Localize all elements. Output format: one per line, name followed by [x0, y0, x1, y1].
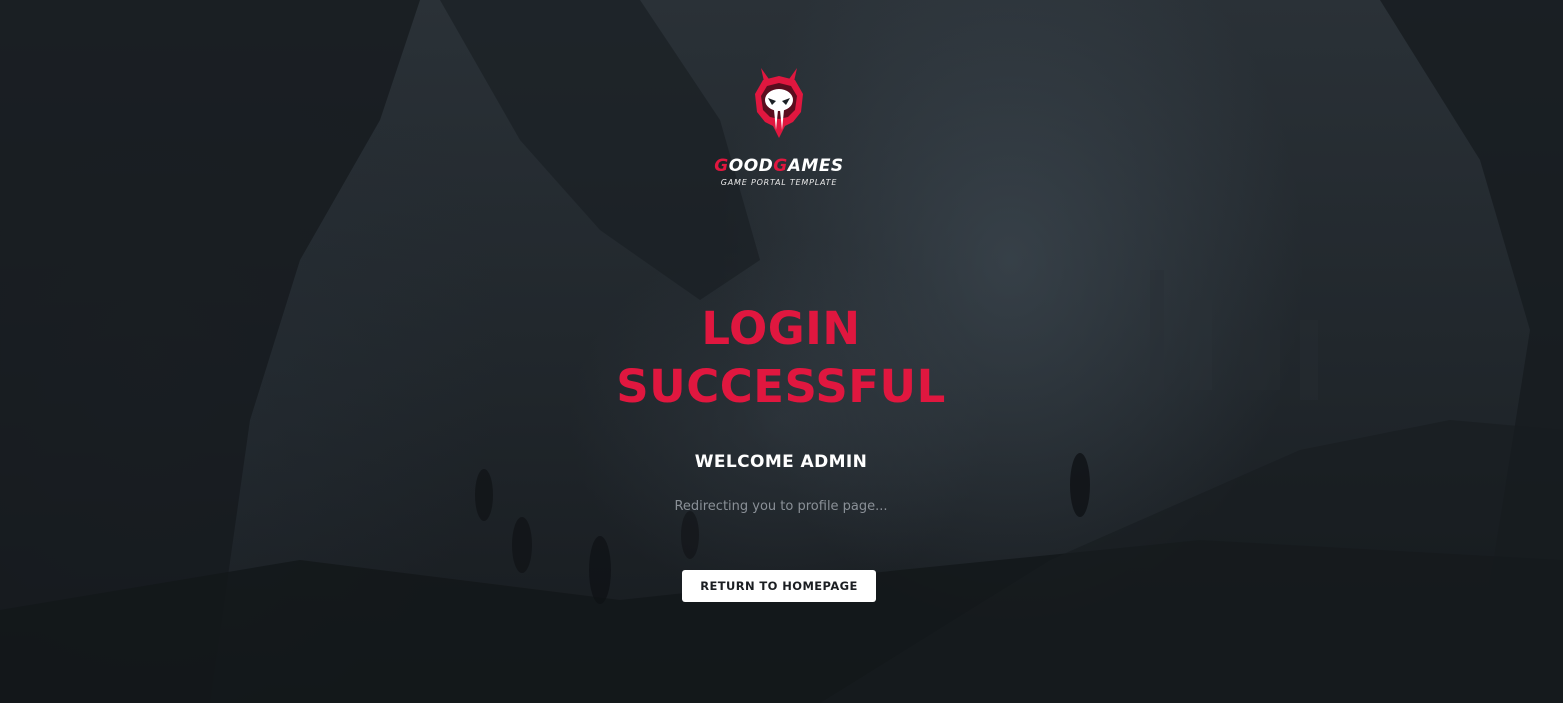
brand-letter-g1: G: [714, 156, 729, 176]
brand-tagline: GAME PORTAL TEMPLATE: [720, 178, 838, 187]
return-to-homepage-button[interactable]: RETURN TO HOMEPAGE: [682, 570, 876, 602]
brand-name: GOODGAMES: [679, 156, 879, 176]
welcome-message: WELCOME ADMIN: [694, 452, 868, 472]
brand-text-ames: AMES: [787, 156, 844, 176]
redirect-status: Redirecting you to profile page...: [674, 499, 888, 514]
site-logo[interactable]: GOODGAMES GAME PORTAL TEMPLATE: [679, 64, 879, 187]
page-title: LOGIN SUCCESSFUL: [481, 300, 1081, 416]
page-title-line2: SUCCESSFUL: [616, 360, 946, 413]
brand-letter-g2: G: [773, 156, 788, 176]
demon-skull-icon: [755, 68, 803, 138]
page-title-line1: LOGIN: [701, 302, 861, 355]
brand-text-ood: OOD: [728, 156, 774, 176]
